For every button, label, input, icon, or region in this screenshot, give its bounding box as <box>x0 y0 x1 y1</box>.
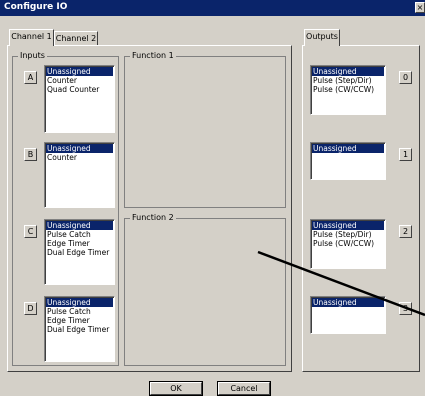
function-1-label: Function 1 <box>130 51 176 61</box>
list-item[interactable]: Edge Timer <box>46 239 113 248</box>
inputs-label: Inputs <box>18 51 47 61</box>
tab-outputs[interactable]: Outputs <box>304 29 340 46</box>
list-item[interactable]: Pulse (CW/CCW) <box>312 85 384 94</box>
list-item[interactable]: Pulse (Step/Dir) <box>312 76 384 85</box>
tab-channel-1[interactable]: Channel 1 <box>9 29 54 46</box>
function-2-group <box>124 218 286 366</box>
input-a-listbox[interactable]: Unassigned Counter Quad Counter <box>44 65 115 133</box>
list-item[interactable]: Pulse Catch <box>46 230 113 239</box>
list-item[interactable]: Unassigned <box>312 144 384 153</box>
ok-button[interactable]: OK <box>149 381 203 396</box>
list-item[interactable]: Unassigned <box>312 67 384 76</box>
close-button[interactable]: × <box>415 2 425 13</box>
function-1-group <box>124 56 286 208</box>
output-2-button[interactable]: 2 <box>399 225 412 238</box>
output-3-button[interactable]: 3 <box>399 302 412 315</box>
title-bar: Configure IO × <box>0 0 425 16</box>
window-title: Configure IO <box>4 2 68 12</box>
list-item[interactable]: Quad Counter <box>46 85 113 94</box>
list-item[interactable]: Unassigned <box>46 221 113 230</box>
list-item[interactable]: Unassigned <box>312 221 384 230</box>
input-c-listbox[interactable]: Unassigned Pulse Catch Edge Timer Dual Edge… <box>44 219 115 285</box>
cancel-button[interactable]: Cancel <box>217 381 271 396</box>
output-1-button[interactable]: 1 <box>399 148 412 161</box>
list-item[interactable]: Dual Edge Timer <box>46 248 113 257</box>
list-item[interactable]: Pulse (CW/CCW) <box>312 239 384 248</box>
input-d-listbox[interactable]: Unassigned Pulse Catch Edge Timer Dual Edge… <box>44 296 115 362</box>
function-2-label: Function 2 <box>130 213 176 223</box>
output-3-listbox[interactable]: Unassigned <box>310 296 386 334</box>
list-item[interactable]: Counter <box>46 153 113 162</box>
list-item[interactable]: Edge Timer <box>46 316 113 325</box>
output-0-listbox[interactable]: Unassigned Pulse (Step/Dir) Pulse (CW/CCW) <box>310 65 386 115</box>
input-c-button[interactable]: C <box>24 225 37 238</box>
output-1-listbox[interactable]: Unassigned <box>310 142 386 180</box>
list-item[interactable]: Counter <box>46 76 113 85</box>
list-item[interactable]: Unassigned <box>46 67 113 76</box>
list-item[interactable]: Pulse (Step/Dir) <box>312 230 384 239</box>
output-2-listbox[interactable]: Unassigned Pulse (Step/Dir) Pulse (CW/CCW) <box>310 219 386 269</box>
list-item[interactable]: Dual Edge Timer <box>46 325 113 334</box>
list-item[interactable]: Pulse Catch <box>46 307 113 316</box>
input-b-button[interactable]: B <box>24 148 37 161</box>
output-0-button[interactable]: 0 <box>399 71 412 84</box>
list-item[interactable]: Unassigned <box>46 144 113 153</box>
input-d-button[interactable]: D <box>24 302 37 315</box>
input-a-button[interactable]: A <box>24 71 37 84</box>
tab-channel-2[interactable]: Channel 2 <box>54 31 98 45</box>
list-item[interactable]: Unassigned <box>46 298 113 307</box>
input-b-listbox[interactable]: Unassigned Counter <box>44 142 115 208</box>
list-item[interactable]: Unassigned <box>312 298 384 307</box>
